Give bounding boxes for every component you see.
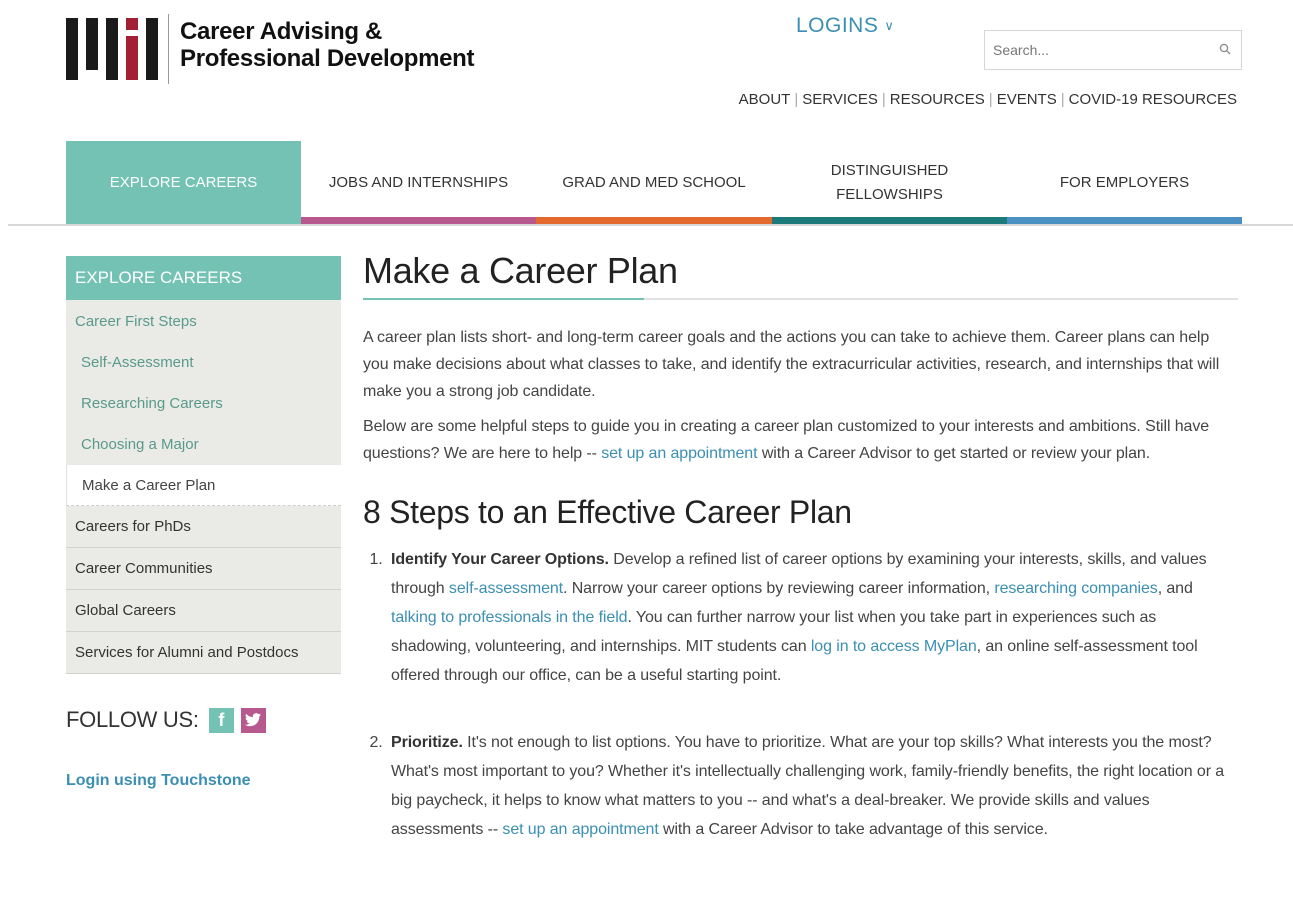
sidebar-item-choosing-a-major[interactable]: Choosing a Major bbox=[66, 424, 341, 465]
sidebar-heading[interactable]: EXPLORE CAREERS bbox=[66, 256, 341, 300]
sidebar-item-researching-careers[interactable]: Researching Careers bbox=[66, 383, 341, 424]
main-content: Make a Career Plan A career plan lists s… bbox=[363, 246, 1238, 844]
nav-tab-accent-bar bbox=[66, 217, 301, 224]
sidebar-item-career-first-steps[interactable]: Career First Steps bbox=[66, 300, 341, 342]
appointment-link[interactable]: set up an appointment bbox=[502, 821, 658, 838]
page-title: Make a Career Plan bbox=[363, 250, 678, 291]
mit-logo-icon bbox=[66, 14, 158, 80]
steps-list: Identify Your Career Options. Develop a … bbox=[363, 545, 1238, 844]
nav-tab-explore-careers[interactable]: EXPLORE CAREERS bbox=[66, 141, 301, 224]
utility-nav: ABOUT | SERVICES | RESOURCES | EVENTS | COVI… bbox=[739, 91, 1237, 108]
nav-tab-label: JOBS AND INTERNSHIPS bbox=[328, 173, 509, 191]
sidebar: EXPLORE CAREERS Career First Steps Self-… bbox=[66, 256, 341, 674]
nav-tab-jobs-and-internships[interactable]: JOBS AND INTERNSHIPS bbox=[301, 141, 536, 224]
title-underline-accent bbox=[363, 298, 644, 300]
nav-tab-accent-bar bbox=[772, 217, 1007, 224]
nav-tab-label: FOR EMPLOYERS bbox=[1059, 173, 1190, 191]
twitter-icon[interactable] bbox=[240, 707, 266, 733]
nav-tab-label: EXPLORE CAREERS bbox=[109, 173, 258, 191]
appointment-link[interactable]: set up an appointment bbox=[601, 445, 757, 462]
self-assessment-link[interactable]: self-assessment bbox=[449, 580, 563, 597]
myplan-login-link[interactable]: log in to access MyPlan bbox=[811, 638, 977, 655]
utility-link-events[interactable]: EVENTS bbox=[997, 91, 1057, 108]
sidebar-item-self-assessment[interactable]: Self-Assessment bbox=[66, 342, 341, 383]
text-span: . Narrow your career options by reviewin… bbox=[563, 580, 995, 597]
sidebar-item-careers-for-phds[interactable]: Careers for PhDs bbox=[66, 506, 341, 548]
sidebar-item-make-a-career-plan[interactable]: Make a Career Plan bbox=[66, 465, 341, 506]
nav-tab-distinguished-fellowships[interactable]: DISTINGUISHED FELLOWSHIPS bbox=[772, 141, 1007, 224]
sidebar-item-global-careers[interactable]: Global Careers bbox=[66, 590, 341, 632]
logo-text: Career Advising & Professional Developme… bbox=[180, 18, 480, 72]
utility-link-services[interactable]: SERVICES bbox=[802, 91, 878, 108]
search-box[interactable] bbox=[984, 30, 1242, 70]
utility-link-covid-resources[interactable]: COVID-19 RESOURCES bbox=[1069, 91, 1237, 108]
sidebar-item-career-communities[interactable]: Career Communities bbox=[66, 548, 341, 590]
nav-tab-accent-bar bbox=[536, 217, 772, 224]
section-title: 8 Steps to an Effective Career Plan bbox=[363, 494, 852, 530]
nav-tab-label: GRAD AND MED SCHOOL bbox=[562, 173, 746, 191]
utility-link-resources[interactable]: RESOURCES bbox=[890, 91, 985, 108]
nav-tab-label-line-2: FELLOWSHIPS bbox=[836, 185, 943, 203]
nav-tab-label: DISTINGUISHED bbox=[830, 161, 949, 179]
chevron-down-icon: ∨ bbox=[884, 18, 895, 33]
nav-divider bbox=[8, 224, 1293, 226]
nav-tab-for-employers[interactable]: FOR EMPLOYERS bbox=[1007, 141, 1242, 224]
logo-line-1: Career Advising & bbox=[180, 18, 383, 45]
text-span: with a Career Advisor to get started or … bbox=[757, 445, 1151, 462]
logo-divider bbox=[168, 14, 169, 84]
facebook-icon[interactable]: f bbox=[208, 707, 234, 733]
logins-label: LOGINS bbox=[796, 14, 879, 37]
sidebar-list: Career First Steps Self-Assessment Resea… bbox=[66, 300, 341, 674]
step-item: Prioritize. It's not enough to list opti… bbox=[387, 728, 1238, 844]
follow-us-label: FOLLOW US: bbox=[66, 707, 199, 732]
utility-link-about[interactable]: ABOUT bbox=[739, 91, 791, 108]
sidebar-item-alumni-postdocs[interactable]: Services for Alumni and Postdocs bbox=[66, 632, 341, 674]
title-underline bbox=[363, 298, 1238, 300]
text-span: with a Career Advisor to take advantage … bbox=[658, 821, 1048, 838]
search-input[interactable] bbox=[985, 31, 1195, 69]
intro-paragraph: A career plan lists short- and long-term… bbox=[363, 329, 1220, 400]
logins-dropdown[interactable]: LOGINS ∨ bbox=[796, 14, 894, 38]
nav-tab-accent-bar bbox=[1007, 217, 1242, 224]
main-nav: EXPLORE CAREERS JOBS AND INTERNSHIPS GRA… bbox=[66, 141, 1242, 224]
follow-us: FOLLOW US: f bbox=[66, 707, 266, 733]
nav-tab-grad-and-med-school[interactable]: GRAD AND MED SCHOOL bbox=[536, 141, 772, 224]
nav-tab-accent-bar bbox=[301, 217, 536, 224]
step-heading: Identify Your Career Options. bbox=[391, 551, 609, 568]
utility-separator: | bbox=[1060, 91, 1065, 108]
step-heading: Prioritize. bbox=[391, 734, 463, 751]
help-paragraph: Below are some helpful steps to guide yo… bbox=[363, 413, 1238, 467]
utility-separator: | bbox=[988, 91, 993, 108]
text-span: , and bbox=[1157, 580, 1193, 597]
search-icon[interactable] bbox=[1219, 43, 1231, 55]
utility-separator: | bbox=[881, 91, 886, 108]
logo-line-2: Professional Development bbox=[180, 45, 475, 72]
step-item: Identify Your Career Options. Develop a … bbox=[387, 545, 1238, 690]
utility-separator: | bbox=[794, 91, 799, 108]
researching-companies-link[interactable]: researching companies bbox=[994, 580, 1157, 597]
talking-to-professionals-link[interactable]: talking to professionals in the field bbox=[391, 609, 628, 626]
touchstone-login-link[interactable]: Login using Touchstone bbox=[66, 772, 251, 790]
